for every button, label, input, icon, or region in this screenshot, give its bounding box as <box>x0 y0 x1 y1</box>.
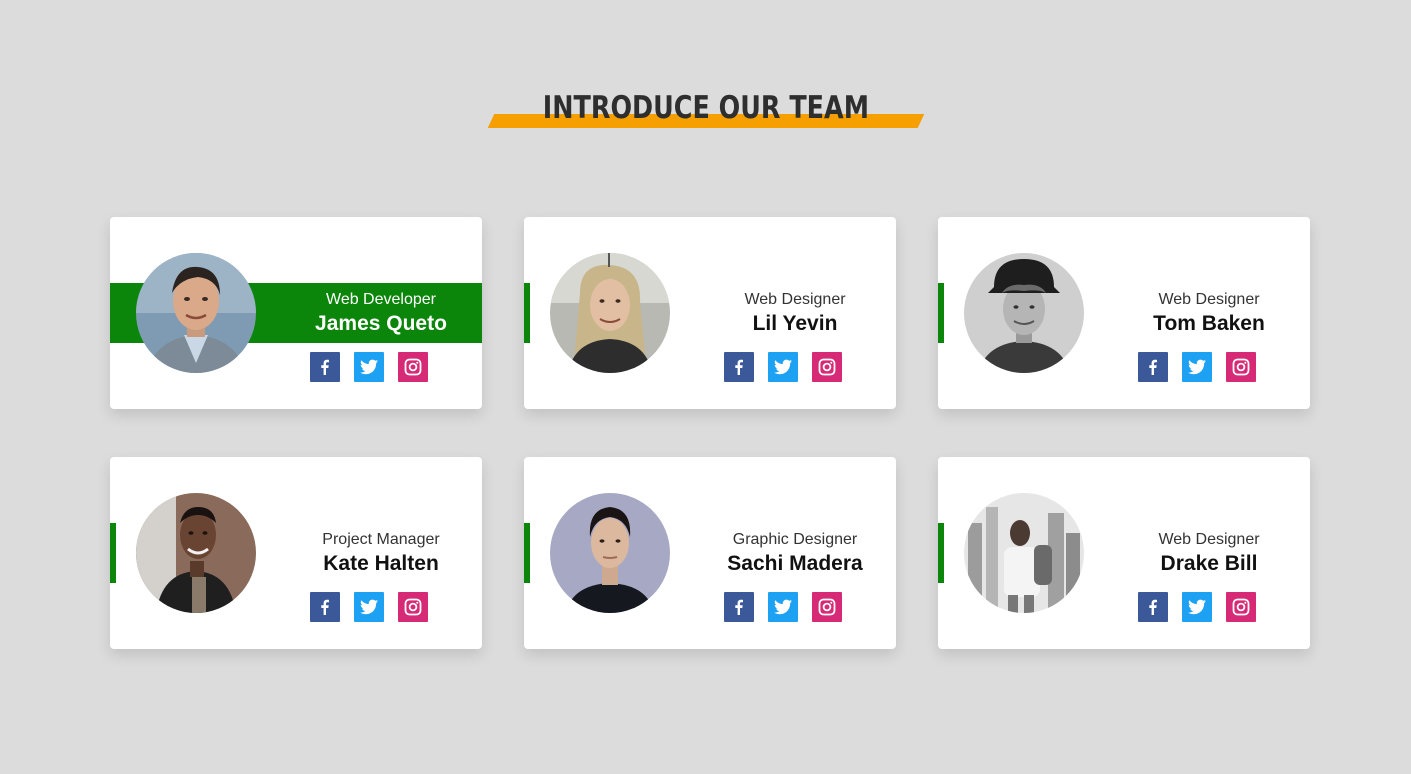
facebook-icon[interactable] <box>1138 352 1168 382</box>
member-info: Project Manager Kate Halten <box>280 529 482 577</box>
team-card[interactable]: Web Designer Tom Baken <box>938 217 1310 409</box>
twitter-icon[interactable] <box>768 352 798 382</box>
instagram-icon[interactable] <box>812 592 842 622</box>
section-title: INTRODUCE OUR TEAM <box>491 86 921 130</box>
member-role: Web Designer <box>744 291 846 308</box>
member-name: Sachi Madera <box>727 552 863 575</box>
member-name: Tom Baken <box>1153 312 1265 335</box>
member-info: Web Developer James Queto <box>280 289 482 337</box>
team-card[interactable]: Web Designer Lil Yevin <box>524 217 896 409</box>
team-card[interactable]: Graphic Designer Sachi Madera <box>524 457 896 649</box>
facebook-icon[interactable] <box>724 592 754 622</box>
facebook-icon[interactable] <box>310 592 340 622</box>
avatar <box>136 493 256 613</box>
facebook-icon[interactable] <box>310 352 340 382</box>
avatar <box>964 493 1084 613</box>
twitter-icon[interactable] <box>1182 592 1212 622</box>
social-links <box>310 592 428 622</box>
team-card[interactable]: Web Developer James Queto <box>110 217 482 409</box>
member-role: Web Developer <box>326 291 436 308</box>
member-info: Web Designer Tom Baken <box>1108 289 1310 337</box>
twitter-icon[interactable] <box>354 352 384 382</box>
highlight-band <box>524 283 530 343</box>
highlight-band <box>110 523 116 583</box>
member-info: Web Designer Lil Yevin <box>694 289 896 337</box>
highlight-band <box>938 283 944 343</box>
member-name: Drake Bill <box>1160 552 1258 575</box>
avatar <box>964 253 1084 373</box>
twitter-icon[interactable] <box>768 592 798 622</box>
avatar <box>136 253 256 373</box>
instagram-icon[interactable] <box>398 352 428 382</box>
avatar <box>550 253 670 373</box>
facebook-icon[interactable] <box>724 352 754 382</box>
social-links <box>724 592 842 622</box>
member-role: Graphic Designer <box>732 531 858 548</box>
social-links <box>724 352 842 382</box>
team-card[interactable]: Web Designer Drake Bill <box>938 457 1310 649</box>
member-info: Web Designer Drake Bill <box>1108 529 1310 577</box>
avatar <box>550 493 670 613</box>
instagram-icon[interactable] <box>812 352 842 382</box>
team-grid: Web Developer James Queto Web Designer L… <box>110 217 1310 649</box>
member-role: Web Designer <box>1158 531 1260 548</box>
highlight-band <box>938 523 944 583</box>
highlight-band <box>524 523 530 583</box>
section-title-text: INTRODUCE OUR TEAM <box>542 90 869 126</box>
member-role: Web Designer <box>1158 291 1260 308</box>
social-links <box>1138 592 1256 622</box>
instagram-icon[interactable] <box>398 592 428 622</box>
facebook-icon[interactable] <box>1138 592 1168 622</box>
twitter-icon[interactable] <box>1182 352 1212 382</box>
team-card[interactable]: Project Manager Kate Halten <box>110 457 482 649</box>
member-name: Kate Halten <box>323 552 439 575</box>
member-name: James Queto <box>315 312 447 335</box>
member-info: Graphic Designer Sachi Madera <box>694 529 896 577</box>
social-links <box>310 352 428 382</box>
twitter-icon[interactable] <box>354 592 384 622</box>
social-links <box>1138 352 1256 382</box>
instagram-icon[interactable] <box>1226 592 1256 622</box>
instagram-icon[interactable] <box>1226 352 1256 382</box>
member-role: Project Manager <box>322 531 440 548</box>
member-name: Lil Yevin <box>752 312 838 335</box>
